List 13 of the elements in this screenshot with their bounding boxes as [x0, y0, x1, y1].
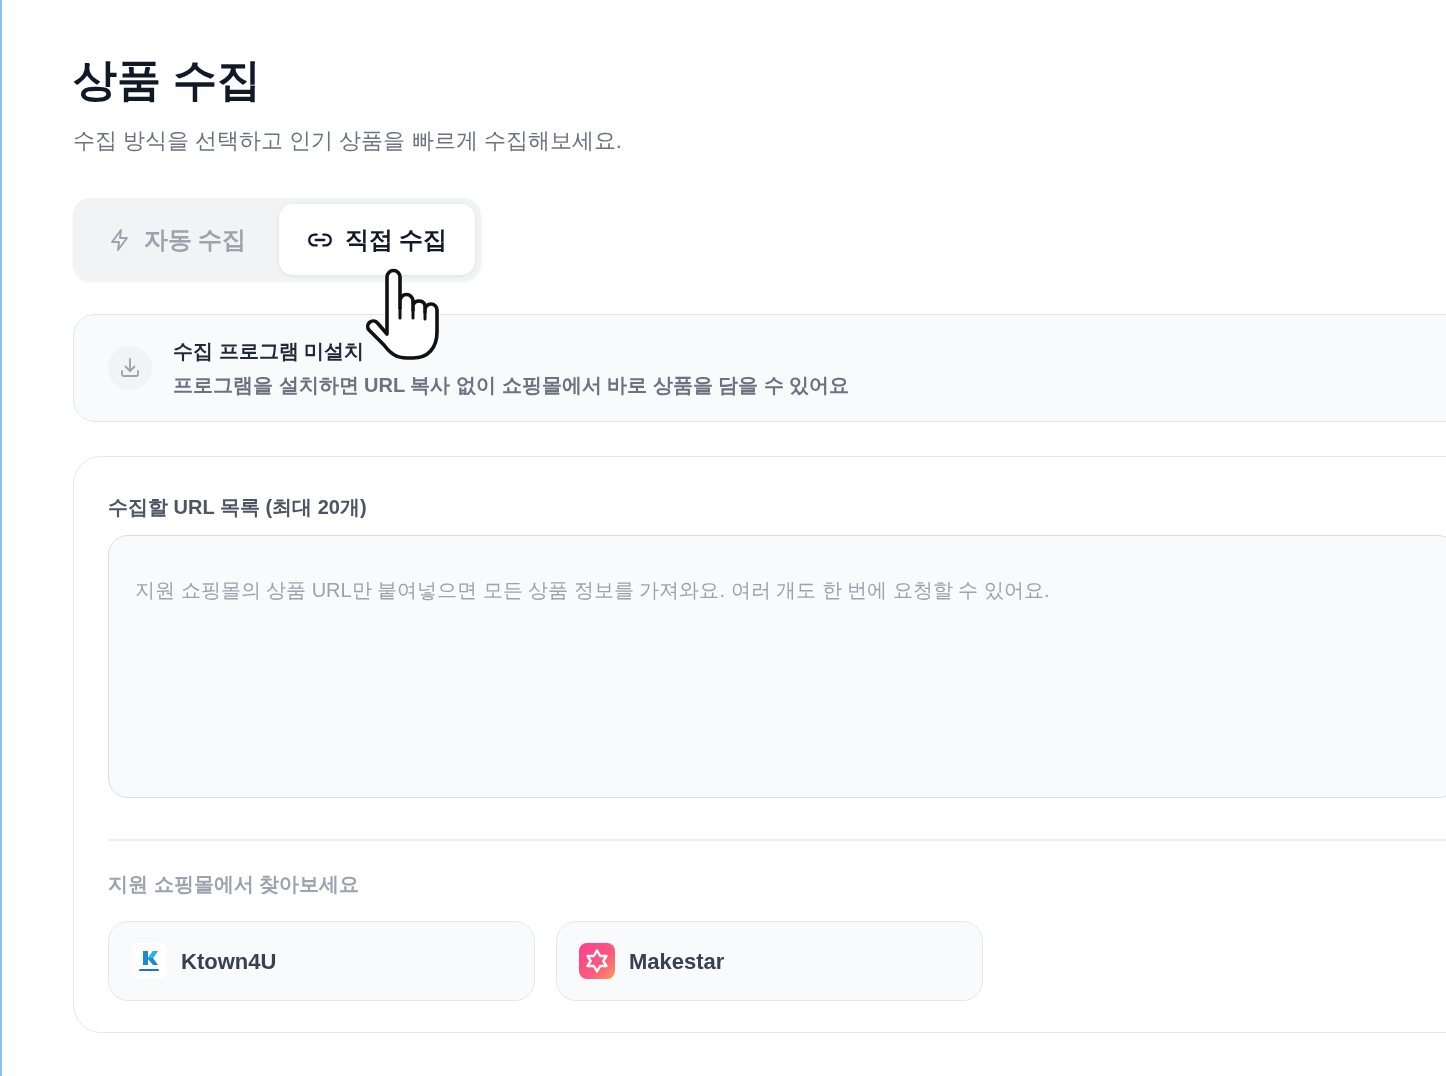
- url-list-label: 수집할 URL 목록 (최대 20개): [108, 495, 367, 520]
- mode-tab[interactable]: 직접 수집: [279, 204, 475, 275]
- shops-heading: 지원 쇼핑몰에서 찾아보세요: [108, 872, 360, 897]
- download-icon: [108, 346, 152, 390]
- page-title: 상품 수집: [73, 54, 262, 106]
- notice-title: 수집 프로그램 미설치: [173, 339, 365, 364]
- shop-logo-icon: [131, 943, 167, 979]
- notice-description: 프로그램을 설치하면 URL 복사 없이 쇼핑몰에서 바로 상품을 담을 수 있어요: [173, 373, 850, 398]
- url-textarea[interactable]: 지원 쇼핑몰의 상품 URL만 붙여넣으면 모든 상품 정보를 가져와요. 여러 개도 한 번에 요청할 수 있어요.: [108, 535, 1446, 798]
- shop-button[interactable]: Ktown4U: [108, 921, 535, 1001]
- page-subtitle: 수집 방식을 선택하고 인기 상품을 빠르게 수집해보세요.: [73, 127, 622, 155]
- shop-button[interactable]: Makestar: [556, 921, 983, 1001]
- star-logo-icon: [579, 943, 615, 979]
